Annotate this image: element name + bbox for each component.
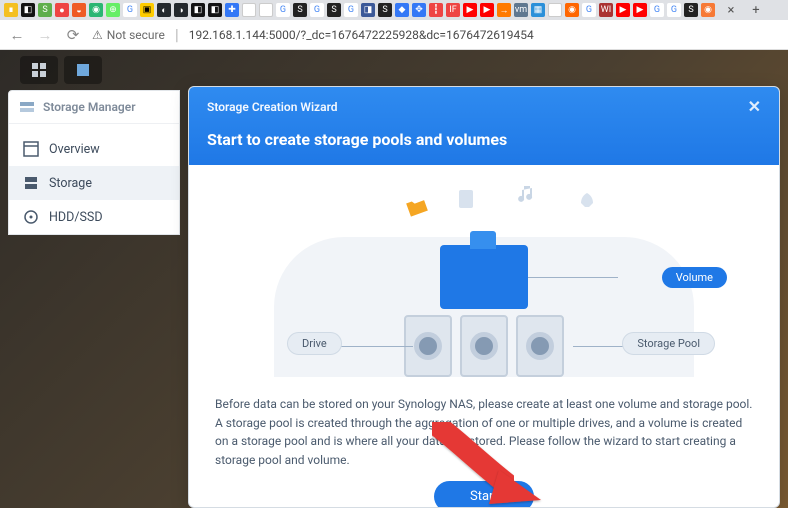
favicon[interactable]: ◧: [21, 3, 35, 17]
modal-footer: Start: [215, 469, 753, 508]
favicon[interactable]: ▢: [548, 3, 562, 17]
back-button[interactable]: ←: [8, 26, 26, 44]
forward-button[interactable]: →: [36, 26, 54, 44]
sidebar-item-hdd-ssd[interactable]: HDD/SSD: [9, 200, 179, 234]
security-indicator[interactable]: ⚠ Not secure: [92, 28, 165, 42]
modal-header: Storage Creation Wizard ✕ Start to creat…: [189, 87, 779, 165]
storage-manager-window: Storage Manager Overview Storage HDD/SSD: [8, 90, 180, 235]
favicon[interactable]: S: [38, 3, 52, 17]
favicon[interactable]: ◒: [72, 3, 86, 17]
favicon[interactable]: ✥: [412, 3, 426, 17]
favicon[interactable]: G: [344, 3, 358, 17]
security-label: Not secure: [107, 28, 165, 42]
document-icon: [455, 187, 479, 211]
favicon[interactable]: ▣: [140, 3, 154, 17]
storage-manager-taskbar-button[interactable]: [64, 56, 102, 84]
sidebar-item-label: Storage: [49, 176, 92, 191]
sidebar-nav: Overview Storage HDD/SSD: [9, 124, 179, 234]
illustration: ↖ Volume Drive Storage Pool: [215, 187, 753, 377]
favicon[interactable]: ◑: [174, 3, 188, 17]
favicon[interactable]: S: [327, 3, 341, 17]
favicon[interactable]: ◐: [157, 3, 171, 17]
url-text[interactable]: 192.168.1.144:5000/?_dc=1676472225928&dc…: [189, 28, 534, 42]
favicon[interactable]: ∎: [4, 3, 18, 17]
music-icon: [515, 183, 539, 207]
folder-icon: [402, 192, 433, 223]
favicon[interactable]: G: [582, 3, 596, 17]
storage-icon: [23, 175, 39, 191]
favicon[interactable]: IF: [446, 3, 460, 17]
sidebar-item-overview[interactable]: Overview: [9, 132, 179, 166]
favicon[interactable]: S: [293, 3, 307, 17]
overview-icon: [23, 141, 39, 157]
main-menu-button[interactable]: [20, 56, 58, 84]
wizard-description: Before data can be stored on your Synolo…: [215, 395, 753, 469]
volume-label-pill: Volume: [662, 267, 727, 288]
start-button[interactable]: Start: [434, 481, 534, 508]
favicon[interactable]: G: [310, 3, 324, 17]
favicon[interactable]: ▢: [259, 3, 273, 17]
new-tab-button[interactable]: +: [747, 3, 765, 18]
connector-line: [528, 277, 618, 278]
drive-icon: [460, 315, 508, 377]
dsm-taskbar: [20, 56, 102, 84]
drive-label-pill: Drive: [287, 332, 342, 355]
drives-illustration: [404, 315, 564, 377]
favicon[interactable]: G: [667, 3, 681, 17]
sidebar-item-label: Overview: [49, 142, 100, 157]
favicon[interactable]: S: [378, 3, 392, 17]
desktop-background: Storage Manager Overview Storage HDD/SSD…: [0, 50, 788, 508]
window-title: Storage Manager: [43, 100, 136, 114]
hdd-icon: [23, 209, 39, 225]
wizard-label: Storage Creation Wizard: [207, 100, 338, 114]
favicon[interactable]: ▶: [616, 3, 630, 17]
storage-pool-label-pill: Storage Pool: [622, 332, 715, 355]
favicon[interactable]: ◆: [395, 3, 409, 17]
favicon[interactable]: →: [497, 3, 511, 17]
favicon[interactable]: G: [276, 3, 290, 17]
separator: |: [175, 25, 179, 44]
sidebar-item-storage[interactable]: Storage: [9, 166, 179, 200]
browser-address-bar: ← → ⟳ ⚠ Not secure | 192.168.1.144:5000/…: [0, 20, 788, 50]
favicon[interactable]: ◧: [191, 3, 205, 17]
favicon[interactable]: ▶: [480, 3, 494, 17]
favicon[interactable]: S: [684, 3, 698, 17]
favicon[interactable]: ◉: [89, 3, 103, 17]
browser-tabs-bar: ∎ ◧ S ● ◒ ◉ ⊕ G ▣ ◐ ◑ ◧ ◧ ✚ ▢ ▢ G S G S …: [0, 0, 788, 20]
drive-icon: [516, 315, 564, 377]
rocket-icon: [575, 191, 599, 215]
favicon[interactable]: ◧: [208, 3, 222, 17]
favicon[interactable]: ▶: [633, 3, 647, 17]
favicon[interactable]: ◉: [565, 3, 579, 17]
window-title-bar[interactable]: Storage Manager: [9, 91, 179, 124]
wizard-title: Start to create storage pools and volume…: [207, 130, 761, 149]
favicon[interactable]: ┇: [429, 3, 443, 17]
volume-illustration: [440, 245, 528, 309]
favicon[interactable]: vm: [514, 3, 528, 17]
favicon[interactable]: ⊕: [106, 3, 120, 17]
storage-manager-icon: [19, 99, 35, 115]
favicon[interactable]: G: [650, 3, 664, 17]
warning-icon: ⚠: [92, 28, 103, 42]
favicon[interactable]: ▦: [531, 3, 545, 17]
reload-button[interactable]: ⟳: [64, 26, 82, 44]
favicon[interactable]: ✚: [225, 3, 239, 17]
close-button[interactable]: ✕: [748, 97, 761, 116]
favicon[interactable]: WI: [599, 3, 613, 17]
connector-line: [335, 346, 413, 347]
favicon[interactable]: ▶: [463, 3, 477, 17]
storage-creation-wizard-modal: Storage Creation Wizard ✕ Start to creat…: [188, 86, 780, 508]
favicon[interactable]: G: [123, 3, 137, 17]
favicon[interactable]: ◨: [361, 3, 375, 17]
favicon[interactable]: ◉: [701, 3, 715, 17]
favicon[interactable]: ●: [55, 3, 69, 17]
favicon[interactable]: ▢: [242, 3, 256, 17]
tab-close-button[interactable]: ×: [722, 3, 740, 18]
sidebar-item-label: HDD/SSD: [49, 210, 103, 225]
modal-body: ↖ Volume Drive Storage Pool Before data …: [189, 165, 779, 508]
